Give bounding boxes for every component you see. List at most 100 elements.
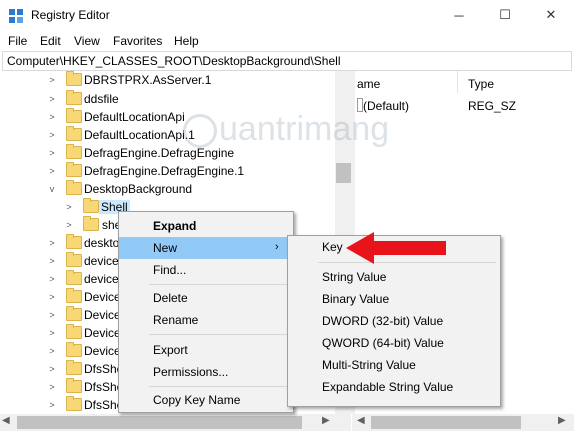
scroll-right-icon[interactable]: ▶ [558,415,566,426]
menu-item-label: Expand [153,219,197,233]
tree-item-label: Device [84,344,121,358]
menu-bar: File Edit View Favorites Help [0,31,574,51]
menu-item-label: Multi-String Value [322,358,416,372]
address-bar[interactable]: Computer\HKEY_CLASSES_ROOT\DesktopBackgr… [2,51,572,71]
folder-icon [66,90,82,105]
menu-view[interactable]: View [74,34,100,48]
menu-item-label: Find... [153,263,187,277]
scroll-left-icon[interactable]: ◀ [357,415,365,426]
chevron-right-icon[interactable]: > [47,345,57,357]
scroll-left-icon[interactable]: ◀ [2,415,10,426]
tree-item[interactable]: > ddsfile [0,90,340,108]
folder-icon [66,144,82,159]
menu-item-find[interactable]: Find... [119,259,293,281]
menu-item-label: Delete [153,291,188,305]
submenu-item-string-value[interactable]: String Value [288,266,500,288]
submenu-item-binary-value[interactable]: Binary Value [288,288,500,310]
minimize-icon: ─ [454,7,464,23]
tree-item[interactable]: > DBRSTPRX.AsServer.1 [0,71,340,89]
menu-separator [149,284,289,285]
window-title: Registry Editor [31,8,110,22]
close-icon: ✕ [545,7,557,22]
chevron-right-icon[interactable]: > [47,291,57,303]
menu-item-rename[interactable]: Rename [119,309,293,331]
menu-file[interactable]: File [8,34,27,48]
minimize-button[interactable]: ─ [436,0,482,30]
menu-item-expand[interactable]: Expand [119,215,293,237]
menu-item-new[interactable]: New › [119,237,293,259]
folder-icon [66,378,82,393]
folder-icon [83,198,99,213]
tree-horizontal-scrollbar[interactable]: ◀ ▶ [0,414,351,431]
folder-icon [66,108,82,123]
folder-icon [66,180,82,195]
value-type: REG_SZ [468,99,517,113]
menu-item-label: Expandable String Value [322,380,454,394]
folder-icon [66,342,82,357]
chevron-right-icon[interactable]: > [47,381,57,393]
submenu-item-expandable-string-value[interactable]: Expandable String Value [288,376,500,398]
menu-item-label: Permissions... [153,365,229,379]
menu-item-copy-key-name[interactable]: Copy Key Name [119,389,293,411]
folder-icon [66,360,82,375]
chevron-right-icon[interactable]: > [47,165,57,177]
menu-item-permissions[interactable]: Permissions... [119,361,293,383]
tree-item[interactable]: > DefragEngine.DefragEngine.1 [0,162,340,180]
menu-separator [149,386,289,387]
chevron-right-icon[interactable]: > [47,237,57,249]
tree-item-label: DBRSTPRX.AsServer.1 [84,73,212,87]
folder-icon [66,396,82,411]
chevron-down-icon[interactable]: v [47,183,57,195]
submenu-item-multi-string-value[interactable]: Multi-String Value [288,354,500,376]
folder-icon [66,252,82,267]
folder-icon [66,71,82,86]
menu-item-delete[interactable]: Delete [119,287,293,309]
chevron-right-icon[interactable]: > [47,93,57,105]
chevron-right-icon[interactable]: > [47,399,57,411]
tree-item[interactable]: v DesktopBackground [0,180,340,198]
folder-icon [83,216,99,231]
maximize-button[interactable]: ☐ [482,0,528,30]
column-header-name[interactable]: ame [357,77,380,91]
values-horizontal-scrollbar[interactable]: ◀ ▶ [355,414,574,431]
tree-item-label: DesktopBackground [84,182,193,196]
folder-icon [66,306,82,321]
menu-item-export[interactable]: Export [119,339,293,361]
chevron-right-icon[interactable]: > [47,147,57,159]
column-header-type[interactable]: Type [468,77,494,91]
chevron-right-icon[interactable]: > [47,111,57,123]
chevron-right-icon[interactable]: > [64,201,74,213]
scrollbar-thumb[interactable] [371,416,521,429]
submenu-item-dword-value[interactable]: DWORD (32-bit) Value [288,310,500,332]
menu-favorites[interactable]: Favorites [113,34,162,48]
chevron-right-icon[interactable]: > [47,74,57,86]
folder-icon [66,162,82,177]
folder-icon [66,126,82,141]
close-button[interactable]: ✕ [528,0,574,30]
chevron-right-icon[interactable]: > [64,219,74,231]
menu-help[interactable]: Help [174,34,199,48]
scrollbar-thumb[interactable] [17,416,302,429]
menu-item-label: String Value [322,270,387,284]
folder-icon [66,288,82,303]
title-bar: Registry Editor ─ ☐ ✕ [0,0,574,30]
chevron-right-icon[interactable]: > [47,327,57,339]
submenu-arrow-icon: › [275,241,279,253]
chevron-right-icon[interactable]: > [47,309,57,321]
tree-item-label: DefaultLocationApi.1 [84,128,195,142]
tree-item-label: DefaultLocationApi [84,110,185,124]
chevron-right-icon[interactable]: > [47,273,57,285]
chevron-right-icon[interactable]: > [47,255,57,267]
menu-item-label: New [153,241,178,255]
scrollbar-thumb[interactable] [336,163,351,183]
tree-item-label: device [84,272,119,286]
chevron-right-icon[interactable]: > [47,363,57,375]
watermark-text: uantrimang [219,110,390,148]
menu-edit[interactable]: Edit [40,34,61,48]
chevron-right-icon[interactable]: > [47,129,57,141]
submenu-item-qword-value[interactable]: QWORD (64-bit) Value [288,332,500,354]
red-arrow-icon [346,232,446,264]
scroll-right-icon[interactable]: ▶ [322,415,330,426]
maximize-icon: ☐ [499,7,511,22]
column-divider[interactable] [457,71,458,93]
